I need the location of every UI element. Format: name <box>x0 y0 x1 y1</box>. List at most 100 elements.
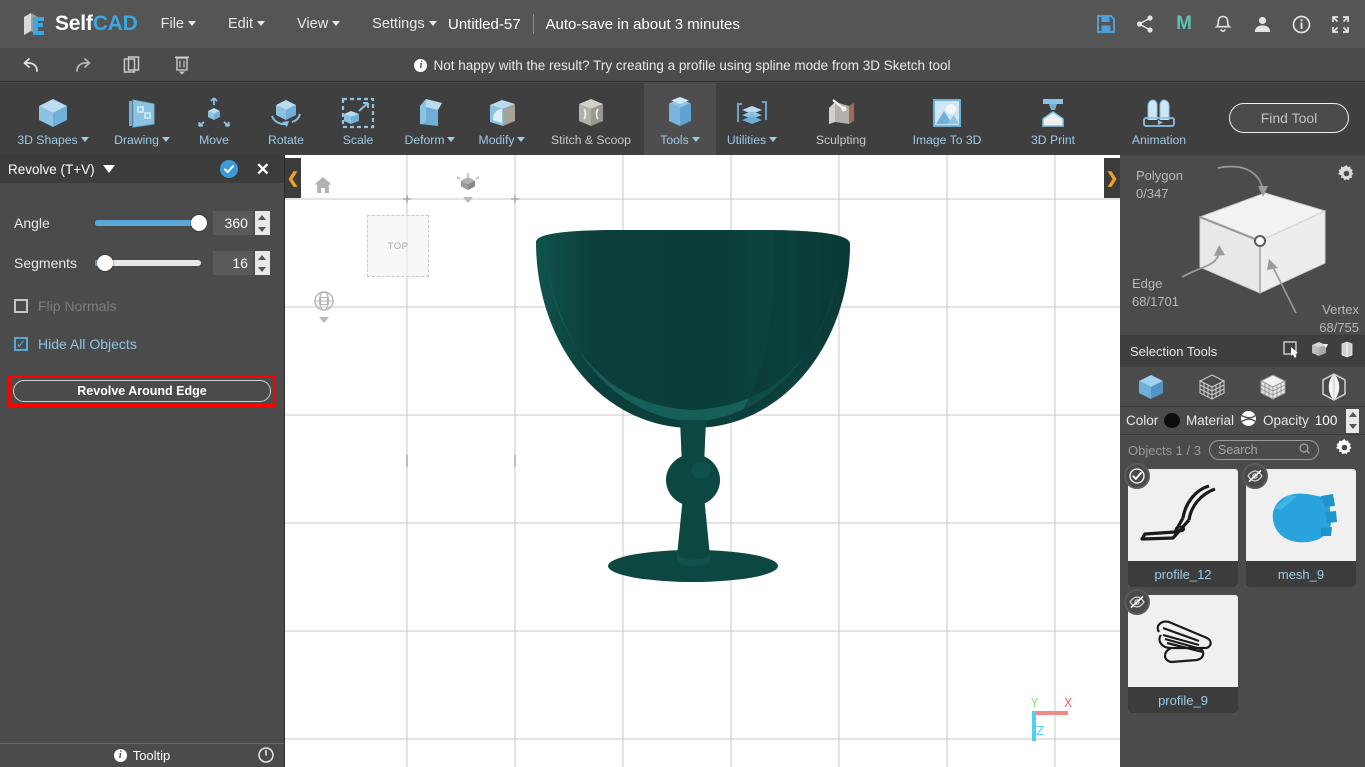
caret-up-icon[interactable] <box>1348 412 1357 417</box>
vertex-mode-icon[interactable] <box>1181 367 1242 406</box>
flip-normals-checkbox[interactable] <box>14 299 28 313</box>
angle-row: Angle 360 <box>0 203 284 243</box>
home-view-icon[interactable] <box>313 175 333 200</box>
selection-tools-bar: Selection Tools <box>1120 335 1365 367</box>
menu-view[interactable]: View <box>288 10 349 38</box>
opacity-stepper[interactable] <box>1346 408 1359 433</box>
tool-scale[interactable]: Scale <box>322 83 394 155</box>
hide-all-objects-checkbox[interactable] <box>14 337 28 351</box>
chevron-down-icon[interactable] <box>319 317 329 323</box>
menu-edit[interactable]: Edit <box>219 10 274 38</box>
caret-down-icon[interactable] <box>1348 424 1357 429</box>
object-mode-icon[interactable] <box>1120 367 1181 406</box>
orbit-globe-icon[interactable] <box>313 290 335 323</box>
chevron-down-icon[interactable] <box>102 165 115 173</box>
revolve-around-edge-button[interactable]: Revolve Around Edge <box>13 380 271 402</box>
edge-value: 68/1701 <box>1132 293 1179 309</box>
top-right-icons: M <box>1095 0 1351 48</box>
svg-text:Y: Y <box>1030 696 1039 710</box>
object-search-placeholder: Search <box>1217 443 1258 457</box>
angle-value[interactable]: 360 <box>212 211 253 235</box>
goblet-model[interactable] <box>528 230 878 600</box>
segments-slider[interactable] <box>95 255 201 271</box>
user-account-icon[interactable] <box>1251 13 1273 35</box>
3d-viewport[interactable]: TOP Y X Z <box>285 155 1120 767</box>
magic-m-icon[interactable]: M <box>1173 13 1195 35</box>
hidden-eye-badge-icon[interactable] <box>1242 463 1268 489</box>
object-card-mesh-9[interactable]: mesh_9 <box>1242 463 1356 587</box>
tool-tools[interactable]: Tools <box>644 83 716 155</box>
3d-print-icon <box>1035 96 1071 130</box>
hide-all-objects-row[interactable]: Hide All Objects <box>0 325 284 363</box>
tool-label-modify: Modify <box>478 132 515 147</box>
document-title[interactable]: Untitled-57 <box>448 16 521 33</box>
loop-select-icon[interactable] <box>1339 341 1355 363</box>
redo-button[interactable] <box>64 51 100 79</box>
power-toggle-icon[interactable] <box>258 747 274 763</box>
caret-down-icon[interactable] <box>258 266 267 272</box>
selfcad-logo[interactable]: SelfCAD <box>22 11 138 37</box>
hidden-eye-badge-icon[interactable] <box>1124 589 1150 615</box>
animation-icon <box>1140 96 1178 130</box>
tool-drawing[interactable]: Drawing <box>106 83 178 155</box>
tool-3d-print[interactable]: 3D Print <box>1000 83 1106 155</box>
find-tool-input[interactable]: Find Tool <box>1229 103 1349 133</box>
object-card-profile-12[interactable]: profile_12 <box>1124 463 1238 587</box>
perspective-view-icon[interactable] <box>457 173 479 203</box>
right-panel: Polygon 0/347 Edge 68/1701 Vertex 68/755… <box>1120 155 1365 767</box>
scale-icon <box>339 96 377 130</box>
tool-3d-shapes[interactable]: 3D Shapes <box>0 83 106 155</box>
caret-up-icon[interactable] <box>258 254 267 260</box>
undo-button[interactable] <box>14 51 50 79</box>
collapse-right-panel-button[interactable]: ❯ <box>1104 158 1120 198</box>
tool-stitch-scoop[interactable]: Stitch & Scoop <box>538 83 644 155</box>
angle-slider[interactable] <box>95 215 208 231</box>
save-icon[interactable] <box>1095 13 1117 35</box>
segments-value[interactable]: 16 <box>212 251 253 275</box>
delete-button[interactable] <box>164 51 200 79</box>
tool-move[interactable]: Move <box>178 83 250 155</box>
object-search-input[interactable]: Search <box>1208 440 1319 460</box>
box-select-icon[interactable] <box>1311 341 1329 363</box>
face-mode-icon[interactable] <box>1304 367 1365 406</box>
chevron-down-icon <box>332 21 341 26</box>
tool-deform[interactable]: Deform <box>394 83 466 155</box>
edge-mode-icon[interactable] <box>1243 367 1304 406</box>
chevron-down-icon[interactable] <box>463 197 473 203</box>
tool-animation[interactable]: Animation <box>1106 83 1212 155</box>
objects-settings-gear-icon[interactable] <box>1336 439 1353 461</box>
notifications-bell-icon[interactable] <box>1212 13 1234 35</box>
menu-file[interactable]: File <box>152 10 205 38</box>
move-icon <box>195 96 233 130</box>
gear-icon[interactable] <box>1338 165 1355 187</box>
segments-slider-knob[interactable] <box>97 255 114 271</box>
tool-utilities[interactable]: Utilities <box>716 83 788 155</box>
tool-rotate[interactable]: Rotate <box>250 83 322 155</box>
caret-down-icon[interactable] <box>258 226 267 232</box>
confirm-button[interactable] <box>219 160 238 178</box>
share-icon[interactable] <box>1134 13 1156 35</box>
angle-slider-knob[interactable] <box>191 215 208 231</box>
segments-stepper[interactable] <box>254 251 270 275</box>
top-view-face[interactable]: TOP <box>367 215 429 277</box>
tool-modify[interactable]: Modify <box>466 83 538 155</box>
fullscreen-icon[interactable] <box>1329 13 1351 35</box>
color-swatch[interactable] <box>1164 413 1180 428</box>
material-sphere-icon[interactable] <box>1240 410 1257 432</box>
flip-normals-row[interactable]: Flip Normals <box>0 287 284 325</box>
object-card-profile-9[interactable]: profile_9 <box>1124 589 1238 713</box>
close-button[interactable]: ✕ <box>256 161 270 178</box>
caret-up-icon[interactable] <box>258 214 267 220</box>
tool-image-to-3d[interactable]: Image To 3D <box>894 83 1000 155</box>
chevron-down-icon <box>447 136 456 142</box>
menu-settings[interactable]: Settings <box>363 10 445 38</box>
selected-check-badge-icon[interactable] <box>1124 463 1150 489</box>
tool-sculpting[interactable]: Sculpting <box>788 83 894 155</box>
opacity-value[interactable]: 100 <box>1314 410 1339 431</box>
angle-stepper[interactable] <box>254 211 270 235</box>
info-icon[interactable] <box>1290 13 1312 35</box>
rect-select-icon[interactable] <box>1283 340 1301 363</box>
copy-button[interactable] <box>114 51 150 79</box>
main-toolbar: 3D Shapes Drawing Move Rotate Scale Defo… <box>0 83 1365 155</box>
collapse-left-panel-button[interactable]: ❮ <box>285 158 301 198</box>
